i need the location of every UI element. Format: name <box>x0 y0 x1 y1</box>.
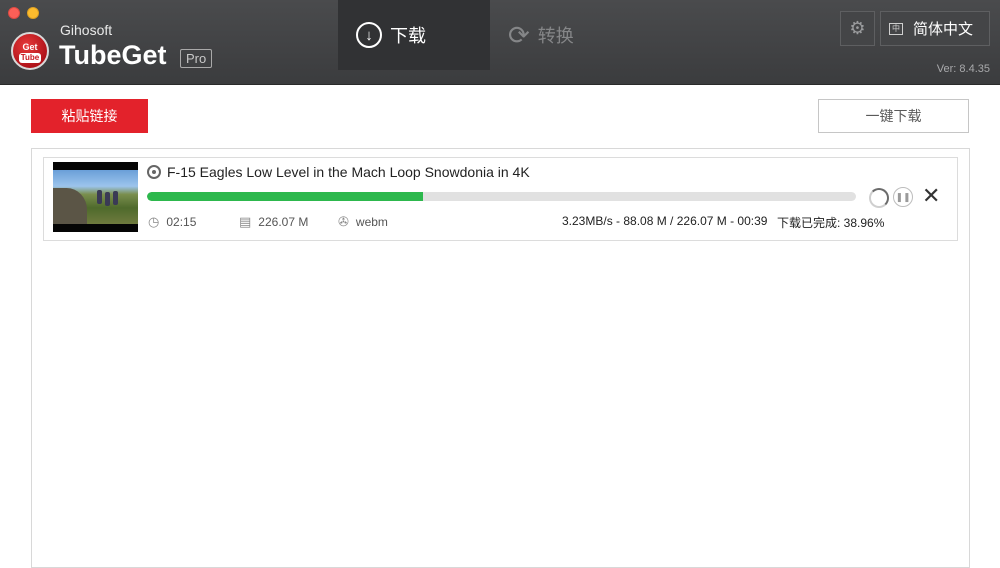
tab-convert[interactable]: ⟳ 转换 <box>490 0 640 70</box>
duration-value: 02:15 <box>166 215 197 229</box>
video-title: F-15 Eagles Low Level in the Mach Loop S… <box>167 164 530 180</box>
language-label: 简体中文 <box>913 21 974 38</box>
film-reel-icon <box>147 165 161 179</box>
format-info: ✇ webm <box>338 214 388 230</box>
edition-badge: Pro <box>180 49 213 68</box>
format-value: webm <box>355 215 388 229</box>
clock-icon: ◷ <box>148 214 160 229</box>
settings-button[interactable]: ⚙ <box>840 11 875 46</box>
download-progress-fill <box>147 192 424 201</box>
title-bar: Get Tube Gihosoft TubeGet Pro ↓ 下载 ⟳ 转换 … <box>0 0 1000 85</box>
app-logo-icon: Get Tube <box>11 32 49 70</box>
language-flag-icon: 中 <box>889 22 903 35</box>
pause-button[interactable]: ❚❚ <box>893 187 913 207</box>
transfer-speed-info: 3.23MB/s - 88.08 M / 226.07 M - 00:39 <box>562 214 768 228</box>
minimize-window-button[interactable] <box>27 7 39 19</box>
film-reel-icon: ✇ <box>338 214 349 229</box>
gear-icon: ⚙ <box>849 18 866 38</box>
convert-arrows-icon: ⟳ <box>508 20 530 50</box>
size-value: 226.07 M <box>258 215 309 229</box>
tab-convert-label: 转换 <box>537 26 574 46</box>
duration-info: ◷ 02:15 <box>148 214 196 230</box>
one-click-download-button[interactable]: 一键下载 <box>818 99 969 133</box>
version-label: Ver: 8.4.35 <box>936 63 990 75</box>
size-info: ▤ 226.07 M <box>239 214 308 230</box>
tab-download-label: 下载 <box>390 26 426 46</box>
tab-download[interactable]: ↓ 下载 <box>338 0 490 70</box>
file-icon: ▤ <box>239 214 252 229</box>
download-progress-bar <box>147 192 856 201</box>
close-icon: ✕ <box>922 183 941 208</box>
brand-company: Gihosoft <box>60 22 113 38</box>
brand-product: TubeGet <box>59 40 167 70</box>
paste-link-button[interactable]: 粘贴链接 <box>31 99 148 133</box>
language-button[interactable]: 中 简体中文 <box>880 11 990 46</box>
video-title-row: F-15 Eagles Low Level in the Mach Loop S… <box>147 164 530 180</box>
loading-spinner-icon <box>869 188 889 208</box>
pause-icon: ❚❚ <box>895 191 911 202</box>
close-window-button[interactable] <box>8 7 20 19</box>
download-status: 下载已完成: 38.96% <box>777 216 885 230</box>
download-item[interactable]: F-15 Eagles Low Level in the Mach Loop S… <box>43 157 958 241</box>
remove-item-button[interactable]: ✕ <box>922 185 940 207</box>
download-list: F-15 Eagles Low Level in the Mach Loop S… <box>31 148 970 568</box>
download-circle-icon: ↓ <box>356 22 382 48</box>
video-thumbnail <box>53 162 138 232</box>
